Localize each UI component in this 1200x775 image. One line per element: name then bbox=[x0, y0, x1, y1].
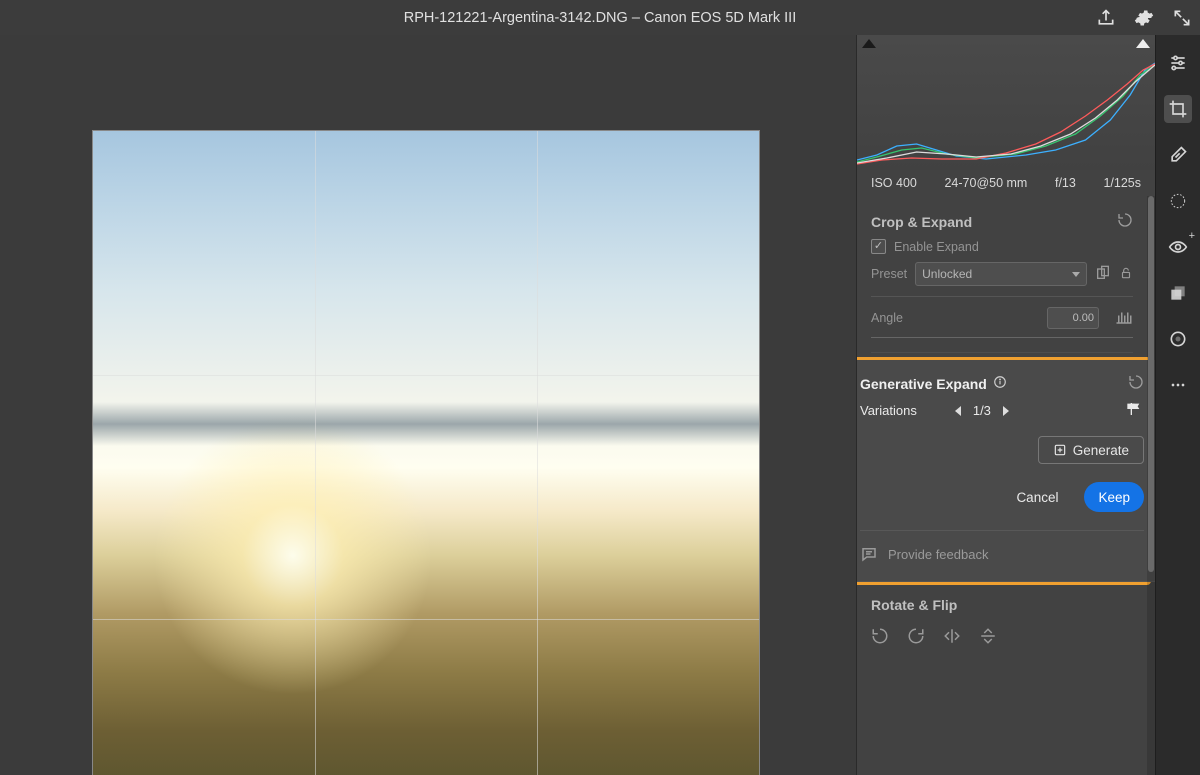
preset-value: Unlocked bbox=[922, 267, 972, 281]
redeye-tool[interactable]: + bbox=[1164, 233, 1192, 261]
exif-aperture: f/13 bbox=[1055, 176, 1076, 190]
document-filename: RPH-121221-Argentina-3142.DNG bbox=[404, 10, 628, 26]
layers-tool[interactable] bbox=[1164, 279, 1192, 307]
preset-select[interactable]: Unlocked bbox=[915, 262, 1087, 286]
exif-lens: 24-70@50 mm bbox=[944, 176, 1027, 190]
title-bar: RPH-121221-Argentina-3142.DNG – Canon EO… bbox=[0, 0, 1200, 35]
crop-frame[interactable] bbox=[92, 130, 760, 775]
preset-label: Preset bbox=[871, 267, 907, 281]
more-tools-icon[interactable] bbox=[1164, 371, 1192, 399]
cancel-button[interactable]: Cancel bbox=[1002, 482, 1072, 512]
panel-scroll-thumb[interactable] bbox=[1148, 196, 1154, 572]
right-panel: ISO 400 24-70@50 mm f/13 1/125s Crop & E… bbox=[856, 35, 1155, 775]
angle-value: 0.00 bbox=[1073, 312, 1094, 324]
variations-counter: 1/3 bbox=[973, 403, 991, 418]
next-variation-button[interactable] bbox=[1003, 406, 1009, 416]
rotate-flip-panel: Rotate & Flip bbox=[871, 589, 1133, 668]
shadow-clipping-indicator[interactable] bbox=[862, 39, 876, 48]
highlight-clipping-indicator[interactable] bbox=[1136, 39, 1150, 48]
keep-button[interactable]: Keep bbox=[1084, 482, 1144, 512]
histogram-curves bbox=[857, 60, 1155, 170]
straighten-icon[interactable] bbox=[1115, 308, 1133, 329]
swap-orientation-icon[interactable] bbox=[1095, 265, 1111, 284]
crop-tool[interactable] bbox=[1164, 95, 1192, 123]
generate-button[interactable]: Generate bbox=[1038, 436, 1144, 464]
title-separator: – bbox=[628, 10, 644, 26]
camera-model: Canon EOS 5D Mark III bbox=[644, 10, 796, 26]
fullscreen-icon[interactable] bbox=[1172, 8, 1192, 28]
angle-label: Angle bbox=[871, 311, 903, 325]
info-icon[interactable] bbox=[993, 375, 1007, 392]
tool-rail: + bbox=[1155, 35, 1200, 775]
flip-vertical-icon[interactable] bbox=[979, 627, 997, 648]
prev-variation-button[interactable] bbox=[955, 406, 961, 416]
lock-icon[interactable] bbox=[1119, 266, 1133, 283]
rotate-ccw-icon[interactable] bbox=[871, 627, 889, 648]
exif-iso: ISO 400 bbox=[871, 176, 917, 190]
adjust-sliders-tool[interactable] bbox=[1164, 49, 1192, 77]
reset-crop-icon[interactable] bbox=[1117, 212, 1133, 231]
crop-expand-title: Crop & Expand bbox=[871, 214, 972, 230]
provide-feedback-row[interactable]: Provide feedback bbox=[860, 530, 1144, 567]
provide-feedback-label: Provide feedback bbox=[888, 547, 988, 562]
keep-label: Keep bbox=[1098, 490, 1130, 505]
radial-mask-tool[interactable] bbox=[1164, 187, 1192, 215]
generative-expand-panel: Generative Expand Variations bbox=[857, 360, 1155, 582]
histogram[interactable] bbox=[857, 35, 1155, 170]
lens-blur-tool[interactable] bbox=[1164, 325, 1192, 353]
exif-row: ISO 400 24-70@50 mm f/13 1/125s bbox=[857, 170, 1155, 196]
cloud-band bbox=[93, 402, 759, 446]
eraser-tool[interactable] bbox=[1164, 141, 1192, 169]
enable-expand-label: Enable Expand bbox=[894, 240, 979, 254]
generative-expand-highlight: Generative Expand Variations bbox=[857, 357, 1151, 585]
variations-label: Variations bbox=[860, 403, 917, 418]
generate-label: Generate bbox=[1073, 443, 1129, 458]
enable-expand-checkbox[interactable] bbox=[871, 239, 886, 254]
photo-preview bbox=[93, 131, 759, 775]
exif-shutter: 1/125s bbox=[1103, 176, 1141, 190]
flag-icon[interactable] bbox=[1124, 401, 1144, 420]
rotate-cw-icon[interactable] bbox=[907, 627, 925, 648]
gear-icon[interactable] bbox=[1134, 8, 1154, 28]
image-canvas[interactable] bbox=[0, 35, 856, 775]
reset-generative-icon[interactable] bbox=[1128, 374, 1144, 393]
crop-expand-panel: Crop & Expand Enable Expand Preset Unloc… bbox=[871, 204, 1133, 353]
enable-expand-row[interactable]: Enable Expand bbox=[871, 239, 1133, 254]
cancel-label: Cancel bbox=[1016, 490, 1058, 505]
panel-scrollbar[interactable] bbox=[1147, 196, 1155, 775]
angle-input[interactable]: 0.00 bbox=[1047, 307, 1099, 329]
export-icon[interactable] bbox=[1096, 8, 1116, 28]
flip-horizontal-icon[interactable] bbox=[943, 627, 961, 648]
rotate-flip-title: Rotate & Flip bbox=[871, 597, 957, 613]
generative-expand-title: Generative Expand bbox=[860, 376, 987, 392]
chat-icon bbox=[860, 545, 878, 563]
